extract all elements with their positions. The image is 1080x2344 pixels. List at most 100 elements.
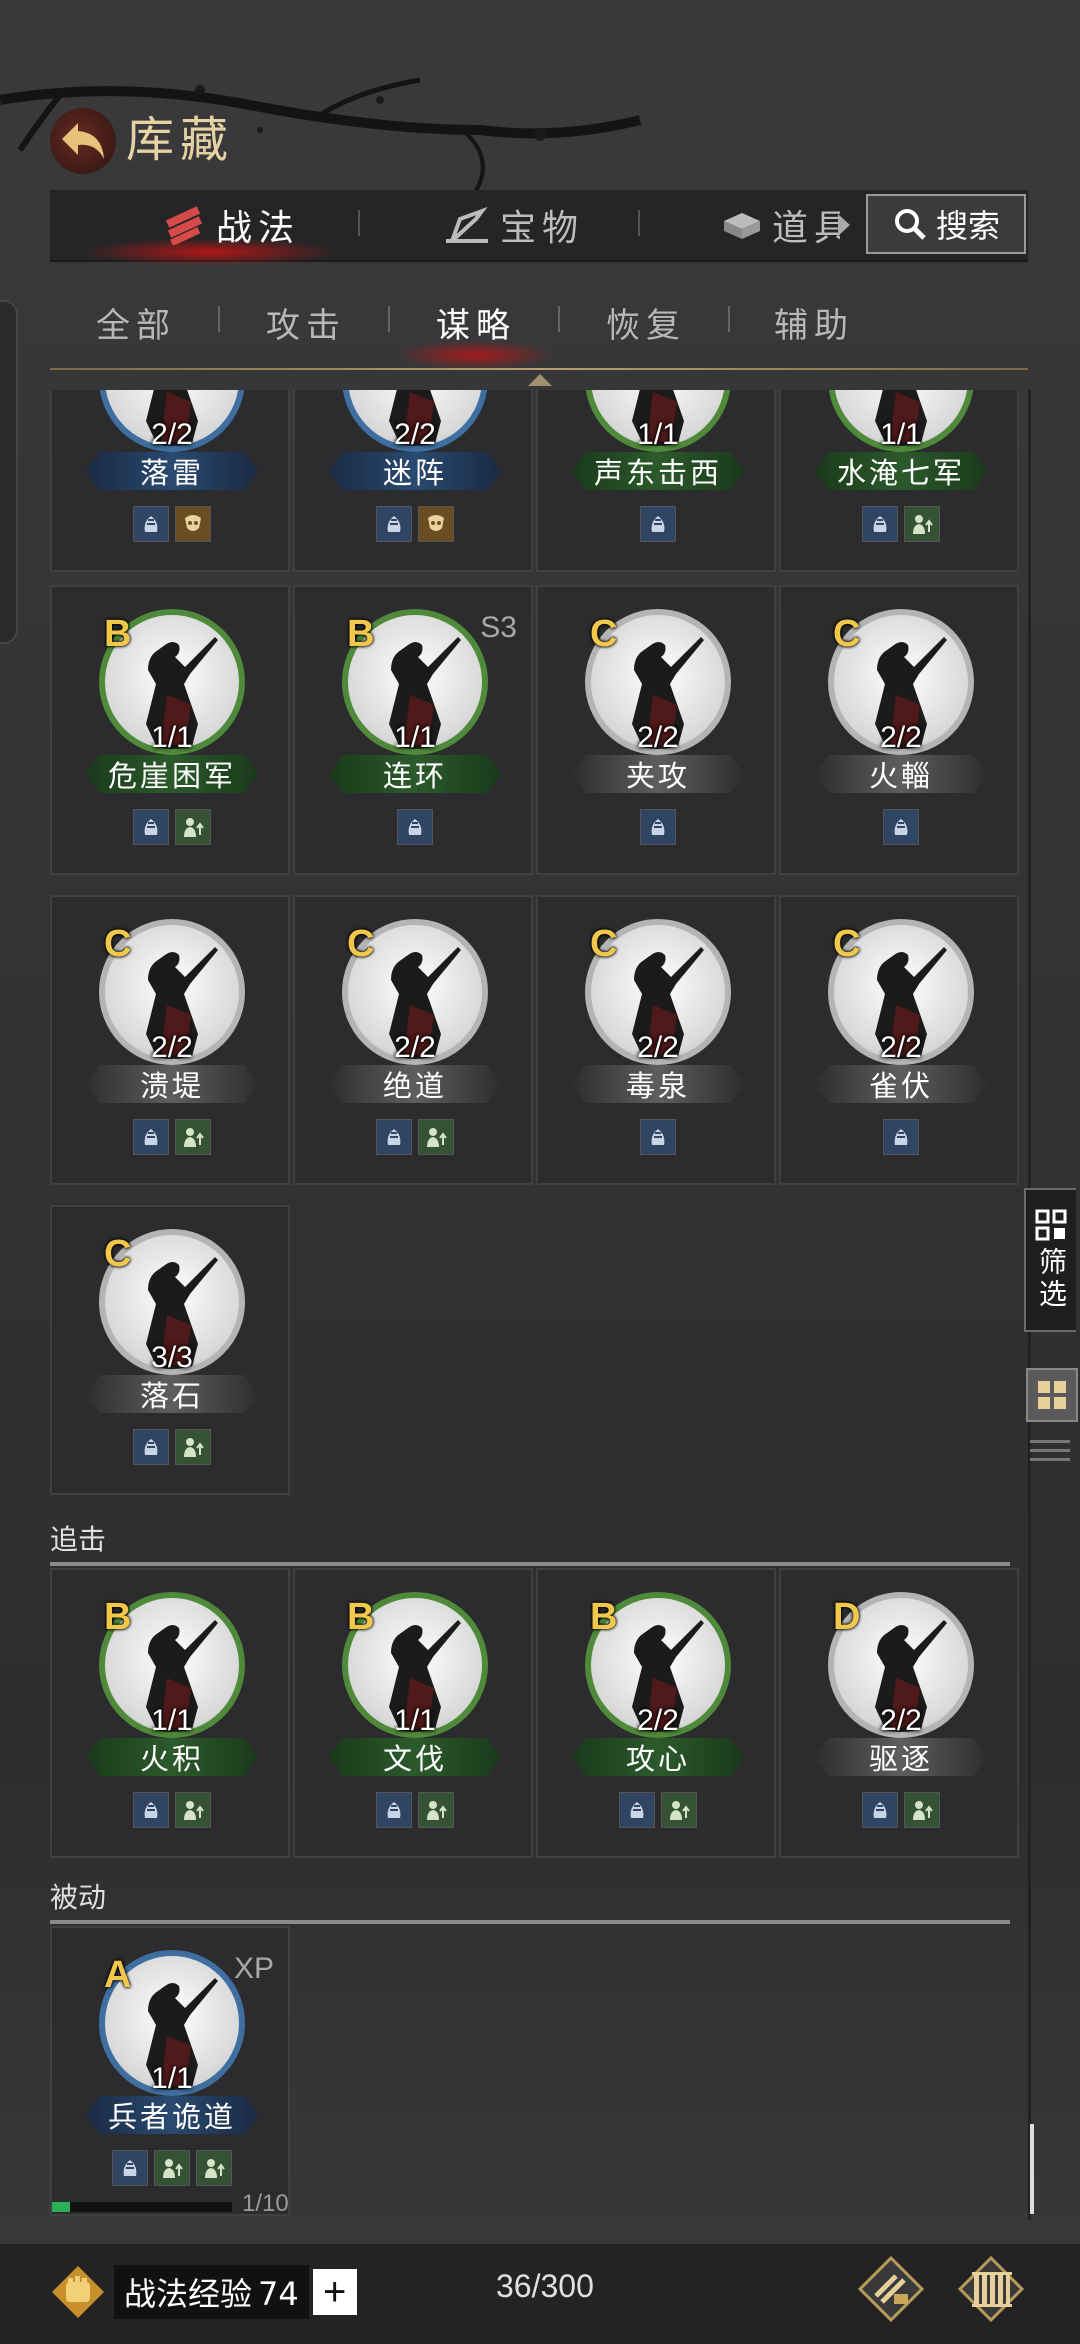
strategy-tag-icon <box>883 809 919 845</box>
add-exp-button[interactable]: + <box>312 2269 357 2315</box>
tactic-count: 2/2 <box>637 721 679 754</box>
page-title: 库藏 <box>126 112 235 168</box>
subtab-separator <box>218 306 220 332</box>
grade-badge: C <box>590 613 618 655</box>
tactic-count: 1/1 <box>394 721 436 754</box>
tactic-card[interactable]: 2/2 迷阵 <box>293 390 533 572</box>
buff-tag-icon <box>418 1792 454 1828</box>
tactic-card[interactable]: 1/1 水淹七军 <box>779 390 1019 572</box>
grade-badge: B <box>104 613 132 655</box>
tactics-grid[interactable]: 2/2 落雷 2/2 迷阵 1/1 声东击西 1/1 水淹七军 B 1/1 危崖困军 B S3 1/1 连环… <box>0 390 1030 2245</box>
tactic-exp: 战法经验 74 + <box>50 2262 357 2322</box>
filter-button[interactable]: 筛选 <box>1024 1188 1076 1332</box>
troop-tag-icon <box>175 506 211 542</box>
tactic-count: 2/2 <box>880 1031 922 1064</box>
list-view-button[interactable] <box>1030 1430 1070 1470</box>
strategy-tag-icon <box>862 1792 898 1828</box>
tactic-tags <box>781 809 1021 845</box>
decompose-icon[interactable] <box>856 2254 926 2324</box>
tactic-card[interactable]: C 2/2 绝道 <box>293 895 533 1185</box>
tab-items[interactable]: 道具 <box>720 190 840 260</box>
tactic-tags <box>295 809 535 845</box>
strategy-tag-icon <box>640 1119 676 1155</box>
tactic-name: 火輜 <box>815 755 987 793</box>
tactic-card[interactable]: C 2/2 毒泉 <box>536 895 776 1185</box>
list-view-icon <box>1030 1439 1070 1443</box>
tactic-card[interactable]: B 2/2 攻心 <box>536 1568 776 1858</box>
active-caret-icon <box>528 374 552 386</box>
back-button[interactable] <box>50 108 116 174</box>
chevron-right-icon[interactable] <box>836 212 852 238</box>
strategy-tag-icon <box>133 809 169 845</box>
tab-treasures[interactable]: 宝物 <box>442 190 584 260</box>
tactic-count: 1/1 <box>151 1704 193 1737</box>
scrollbar-thumb[interactable] <box>1030 2124 1034 2214</box>
tactic-count: 1/1 <box>637 418 679 451</box>
strategy-tag-icon <box>376 1792 412 1828</box>
tactic-count: 2/2 <box>394 1031 436 1064</box>
strategy-tag-icon <box>640 506 676 542</box>
tactic-name: 绝道 <box>329 1065 501 1103</box>
tactic-count: 2/2 <box>637 1704 679 1737</box>
tactic-name: 文伐 <box>329 1738 501 1776</box>
tactic-card[interactable]: C 2/2 雀伏 <box>779 895 1019 1185</box>
grade-badge: B <box>590 1596 618 1638</box>
strategy-tag-icon <box>862 506 898 542</box>
tactic-count: 2/2 <box>151 1031 193 1064</box>
subtab-recovery[interactable]: 恢复 <box>606 298 686 347</box>
tactic-card[interactable]: C 2/2 火輜 <box>779 585 1019 875</box>
tactic-card[interactable]: D 2/2 驱逐 <box>779 1568 1019 1858</box>
tactic-name: 迷阵 <box>329 452 501 490</box>
tactic-card[interactable]: B 1/1 危崖困军 <box>50 585 290 875</box>
capacity-count: 36/300 <box>496 2268 594 2304</box>
item-box-icon <box>724 213 760 239</box>
tactic-name: 溃堤 <box>86 1065 258 1103</box>
tab-tactics[interactable]: 战法 <box>160 190 300 260</box>
buff-tag-icon <box>196 2150 232 2186</box>
exp-fist-icon <box>52 2266 104 2318</box>
tab-treasures-label: 宝物 <box>500 208 585 249</box>
buff-tag-icon <box>154 2150 190 2186</box>
tactic-card[interactable]: C 2/2 溃堤 <box>50 895 290 1185</box>
strategy-tag-icon <box>133 1119 169 1155</box>
tactic-card[interactable]: A XP 1/1 兵者诡道 1/10 <box>50 1926 290 2217</box>
tactic-name: 火积 <box>86 1738 258 1776</box>
tactic-tags <box>52 1429 292 1465</box>
tab-separator <box>638 210 640 236</box>
tactic-tags <box>52 1792 292 1828</box>
tactic-count: 1/1 <box>880 418 922 451</box>
filter-grid-icon <box>1035 1209 1067 1241</box>
progress-text: 1/10 <box>242 2190 289 2217</box>
tactic-tags <box>295 1119 535 1155</box>
tactic-card[interactable]: C 3/3 落石 <box>50 1205 290 1495</box>
tactic-tags <box>52 506 292 542</box>
tactic-tags <box>538 506 778 542</box>
subtab-support[interactable]: 辅助 <box>774 298 854 347</box>
subtab-all[interactable]: 全部 <box>96 298 176 347</box>
strategy-tag-icon <box>112 2150 148 2186</box>
tactic-count: 2/2 <box>394 418 436 451</box>
tactic-card[interactable]: B 1/1 火积 <box>50 1568 290 1858</box>
subtab-separator <box>558 306 560 332</box>
tactic-card[interactable]: 1/1 声东击西 <box>536 390 776 572</box>
subtab-attack[interactable]: 攻击 <box>266 298 346 347</box>
buff-tag-icon <box>661 1792 697 1828</box>
exp-value: 74 <box>258 2275 299 2313</box>
grade-badge: C <box>347 923 375 965</box>
grid-view-button[interactable] <box>1026 1368 1078 1422</box>
tactic-card[interactable]: C 2/2 夹攻 <box>536 585 776 875</box>
tactic-card[interactable]: 2/2 落雷 <box>50 390 290 572</box>
grade-badge: D <box>833 1596 861 1638</box>
subtab-strategy[interactable]: 谋略 <box>436 298 516 347</box>
season-label: S3 <box>480 611 517 644</box>
tactic-card[interactable]: B 1/1 文伐 <box>293 1568 533 1858</box>
section-title: 追击 <box>50 1523 107 1556</box>
tactic-card[interactable]: B S3 1/1 连环 <box>293 585 533 875</box>
bookcase-icon[interactable] <box>956 2254 1026 2324</box>
search-button[interactable]: 搜索 <box>866 194 1026 254</box>
grade-badge: A <box>104 1954 132 1996</box>
tactic-count: 1/1 <box>394 1704 436 1737</box>
tactic-name: 危崖困军 <box>86 755 258 793</box>
strategy-tag-icon <box>376 1119 412 1155</box>
tactic-name: 雀伏 <box>815 1065 987 1103</box>
